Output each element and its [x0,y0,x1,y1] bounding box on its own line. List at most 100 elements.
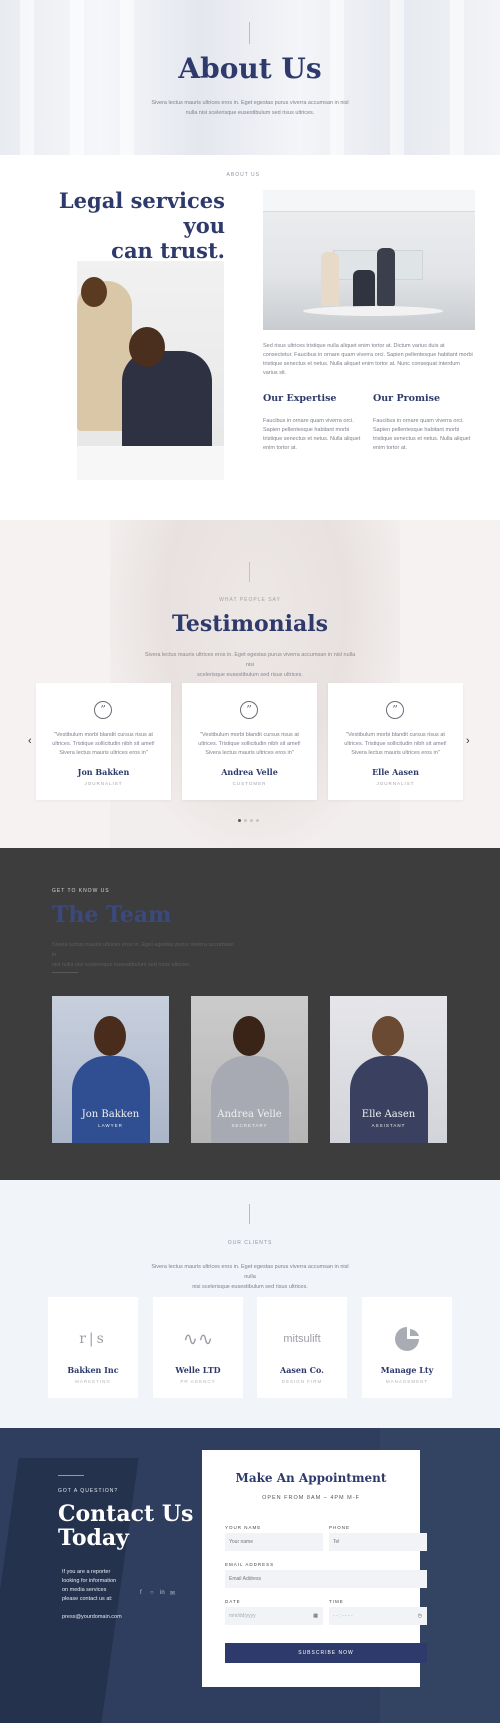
member-role: SECRETARY [231,1123,268,1128]
colleagues-photo [77,261,224,480]
instagram-icon[interactable]: ○ [150,1590,154,1596]
quote-icon: ” [386,701,404,719]
team-divider [52,972,78,973]
chevron-right-icon[interactable]: › [466,735,470,747]
quote-icon: ” [94,701,112,719]
time-label: TIME [329,1599,344,1604]
testimonial-name: Elle Aasen [372,767,419,777]
client-card[interactable]: Manage Lty MANAGEMENT [362,1297,452,1398]
date-label: DATE [225,1599,241,1604]
client-card[interactable]: mitsulift Aasen Co. DESIGN FIRM [257,1297,347,1398]
client-name: Aasen Co. [280,1365,324,1375]
person-head [129,327,165,367]
form-title: Make An Appointment [235,1471,387,1485]
hero-subtitle-line: nulla nisi scelerisque eusestibulum sed … [185,110,315,116]
contact-email-link[interactable]: press@yourdomain.com [62,1614,122,1620]
client-logo: r|s [79,1331,107,1347]
intro-line: Sivera lectus mauris ultrices eros in. E… [144,652,356,668]
testimonials-intro: Sivera lectus mauris ultrices eros in. E… [140,650,360,680]
expertise-body: Faucibus in ornare quam viverra orci. Sa… [263,418,361,451]
team-eyebrow: GET TO KNOW US [52,888,110,894]
intro-line: nisl nulla nisi scelerisque eusestibulum… [52,962,191,968]
person-figure [72,1056,150,1143]
promise-body: Faucibus in ornare quam viverra orci. Sa… [373,418,471,451]
subscribe-button[interactable]: SUBSCRIBE NOW [225,1643,427,1663]
testimonials-title: Testimonials [171,611,329,637]
team-member-card[interactable]: Andrea Velle SECRETARY [191,996,308,1143]
time-field[interactable]: - - : - - - - ◷ [329,1607,427,1625]
chevron-left-icon[interactable]: ‹ [28,735,32,747]
intro-line: scelerisque eusestibulum sed risus ultri… [197,672,303,678]
about-eyebrow: ABOUT US [226,172,260,178]
client-name: Bakken Inc [67,1365,119,1375]
client-card[interactable]: ∿∿ Welle LTD PR AGENCY [153,1297,243,1398]
contact-title: Contact Us Today [58,1502,198,1550]
testimonial-name: Jon Bakken [77,767,130,777]
time-placeholder: - - : - - - - [333,1613,353,1619]
office-table [303,306,443,316]
about-title-line: can trust. [111,238,225,263]
page-title: About Us [178,52,322,85]
linkedin-icon[interactable]: in [160,1590,165,1596]
clients-intro: Sivera lectus mauris ultrices eros in. E… [145,1262,355,1292]
team-section: GET TO KNOW US The Team Sivera lectus ma… [0,848,500,1180]
person-head [81,277,107,307]
date-field[interactable]: mm/dd/yyyy ▦ [225,1607,323,1625]
mail-icon[interactable]: ✉ [170,1590,175,1597]
contact-divider [58,1475,84,1476]
client-card[interactable]: r|s Bakken Inc MARKETING [48,1297,138,1398]
client-type: DESIGN FIRM [281,1379,323,1384]
client-type: MANAGEMENT [385,1379,429,1384]
testimonial-quote: "Vestibulum morbi blandit cursus risus a… [198,732,301,756]
pager-dot[interactable] [244,819,247,822]
client-logo [362,1325,452,1353]
about-title-line: Legal services you [58,188,225,238]
name-field[interactable] [225,1533,323,1551]
pager-dot[interactable] [250,819,253,822]
contact-eyebrow: GOT A QUESTION? [58,1488,119,1494]
person-figure [321,252,339,306]
team-member-card[interactable]: Elle Aasen ASSISTANT [330,996,447,1143]
testimonial-quote: "Vestibulum morbi blandit cursus risus a… [52,732,155,756]
client-name: Welle LTD [175,1365,221,1375]
clients-section: OUR CLIENTS Sivera lectus mauris ultrice… [0,1180,500,1428]
hero-subtitle: Sivera lectus mauris ultrices eros in. E… [150,98,350,118]
phone-field[interactable] [329,1533,427,1551]
person-figure [353,270,375,308]
pager-dot[interactable] [256,819,259,822]
clock-icon: ◷ [417,1613,422,1619]
pie-logo-icon [395,1327,419,1351]
pager-dot[interactable] [238,819,241,822]
team-intro: Sivera lectus mauris ultrices eros in. E… [52,940,237,970]
clients-eyebrow: OUR CLIENTS [227,1240,273,1246]
testimonial-card: ” "Vestibulum morbi blandit cursus risus… [182,683,317,800]
client-logo: ∿∿ [182,1329,214,1349]
intro-line: Sivera lectus mauris ultrices eros in. E… [151,1264,349,1280]
testimonial-card: ” "Vestibulum morbi blandit cursus risus… [36,683,171,800]
client-logo: mitsulift [283,1333,321,1345]
hero-divider [249,22,250,44]
contact-title-line: Contact Us [58,1501,194,1527]
intro-line: Sivera lectus mauris ultrices eros in. E… [52,942,234,958]
testimonial-name: Andrea Velle [221,767,278,777]
member-role: LAWYER [98,1123,123,1128]
testimonials-divider [249,562,250,582]
promise-title: Our Promise [373,393,441,404]
appointment-form: Make An Appointment OPEN FROM 8AM – 4PM … [202,1450,427,1687]
testimonial-role: JOURNALIST [84,781,123,786]
office-meeting-photo [263,190,475,330]
email-field[interactable] [225,1570,427,1588]
testimonial-quote: "Vestibulum morbi blandit cursus risus a… [344,732,447,756]
phone-label: PHONE [329,1525,351,1530]
about-title: Legal services you can trust. [30,188,225,263]
client-name: Manage Lty [380,1365,434,1375]
calendar-icon: ▦ [313,1613,318,1619]
testimonial-role: CUSTOMER [232,781,267,786]
expertise-title: Our Expertise [263,393,337,404]
hero-section: About Us Sivera lectus mauris ultrices e… [0,0,500,155]
team-member-card[interactable]: Jon Bakken LAWYER [52,996,169,1143]
facebook-icon[interactable]: f [140,1590,142,1596]
office-ceiling [263,190,475,212]
email-label: EMAIL ADDRESS [225,1562,275,1567]
client-type: MARKETING [75,1379,111,1384]
